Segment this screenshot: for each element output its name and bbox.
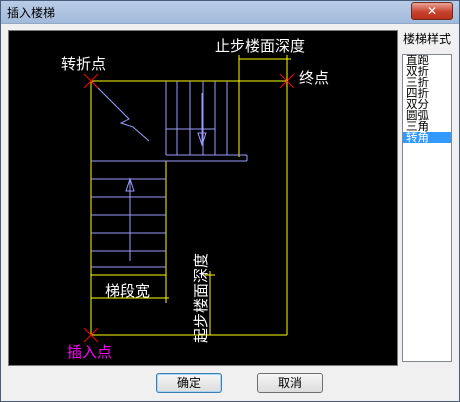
insert-point-label: 插入点 bbox=[67, 343, 112, 361]
list-item-triple-turn[interactable]: 三折 bbox=[403, 77, 451, 88]
lower-flight bbox=[91, 160, 166, 268]
stair-style-list[interactable]: 直跑 双折 三折 四折 双分 圆弧 三角 转角 bbox=[402, 54, 452, 362]
list-item-triangle[interactable]: 三角 bbox=[403, 121, 451, 132]
close-button[interactable]: ✕ bbox=[411, 2, 453, 20]
insert-stair-dialog: 插入楼梯 ✕ 转折点 终点 止步楼面深度 梯段宽 起步楼面深度 插入点 楼梯样式… bbox=[0, 0, 460, 402]
stair-preview-canvas: 转折点 终点 止步楼面深度 梯段宽 起步楼面深度 插入点 bbox=[8, 30, 398, 366]
close-icon: ✕ bbox=[426, 4, 438, 18]
list-item-quad-turn[interactable]: 四折 bbox=[403, 88, 451, 99]
cancel-button[interactable]: 取消 bbox=[257, 373, 323, 393]
dialog-title: 插入楼梯 bbox=[7, 6, 56, 20]
list-item-double-turn[interactable]: 双折 bbox=[403, 66, 451, 77]
stair-diagram: 转折点 终点 止步楼面深度 梯段宽 起步楼面深度 插入点 bbox=[61, 37, 329, 361]
end-point-label: 终点 bbox=[299, 69, 329, 87]
stair-style-label: 楼梯样式 bbox=[403, 32, 452, 46]
point-markers bbox=[83, 73, 295, 343]
title-bar[interactable]: 插入楼梯 ✕ bbox=[1, 1, 459, 24]
list-item-straight[interactable]: 直跑 bbox=[403, 55, 451, 66]
list-item-double-split[interactable]: 双分 bbox=[403, 99, 451, 110]
turn-point-label: 转折点 bbox=[61, 55, 106, 73]
list-item-arc[interactable]: 圆弧 bbox=[403, 110, 451, 121]
flight-width-label: 梯段宽 bbox=[105, 282, 150, 300]
list-item-corner[interactable]: 转角 bbox=[403, 132, 451, 143]
upper-flight bbox=[90, 80, 248, 162]
dialog-body: 转折点 终点 止步楼面深度 梯段宽 起步楼面深度 插入点 楼梯样式 直跑 双折 … bbox=[5, 26, 455, 398]
start-floor-depth-label: 起步楼面深度 bbox=[192, 253, 210, 343]
stop-floor-depth-label: 止步楼面深度 bbox=[215, 37, 305, 55]
ok-button[interactable]: 确定 bbox=[156, 373, 222, 393]
